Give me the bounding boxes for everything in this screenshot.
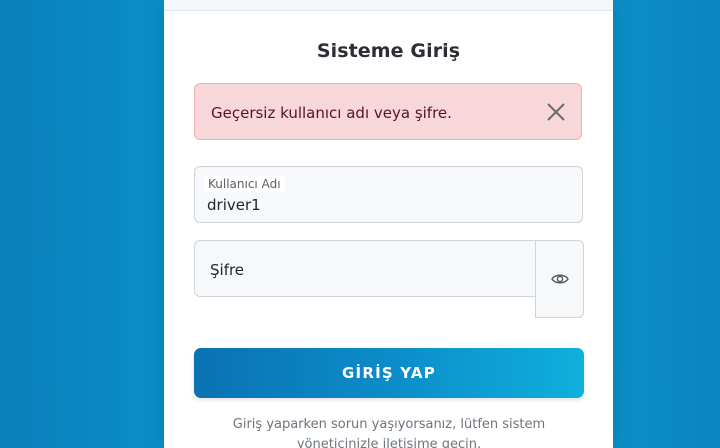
page-title: Sisteme Giriş (316, 40, 461, 62)
password-field[interactable]: Şifre (194, 240, 536, 297)
card-header-strip (164, 0, 613, 11)
username-input[interactable] (207, 196, 567, 214)
username-field[interactable]: Kullanıcı Adı (194, 166, 583, 223)
password-label: Şifre (210, 261, 245, 279)
login-card: Sisteme Giriş Geçersiz kullanıcı adı vey… (164, 0, 613, 448)
eye-icon (551, 274, 569, 284)
close-icon[interactable] (545, 101, 567, 123)
help-text: Giriş yaparken sorun yaşıyorsanız, lütfe… (232, 417, 546, 448)
login-button[interactable]: GİRİŞ YAP (194, 348, 584, 398)
error-alert-message: Geçersiz kullanıcı adı veya şifre. (211, 104, 452, 122)
password-visibility-toggle[interactable] (535, 240, 584, 318)
username-label: Kullanıcı Adı (204, 176, 285, 192)
error-alert: Geçersiz kullanıcı adı veya şifre. (194, 83, 582, 140)
password-group: Şifre (194, 240, 584, 318)
